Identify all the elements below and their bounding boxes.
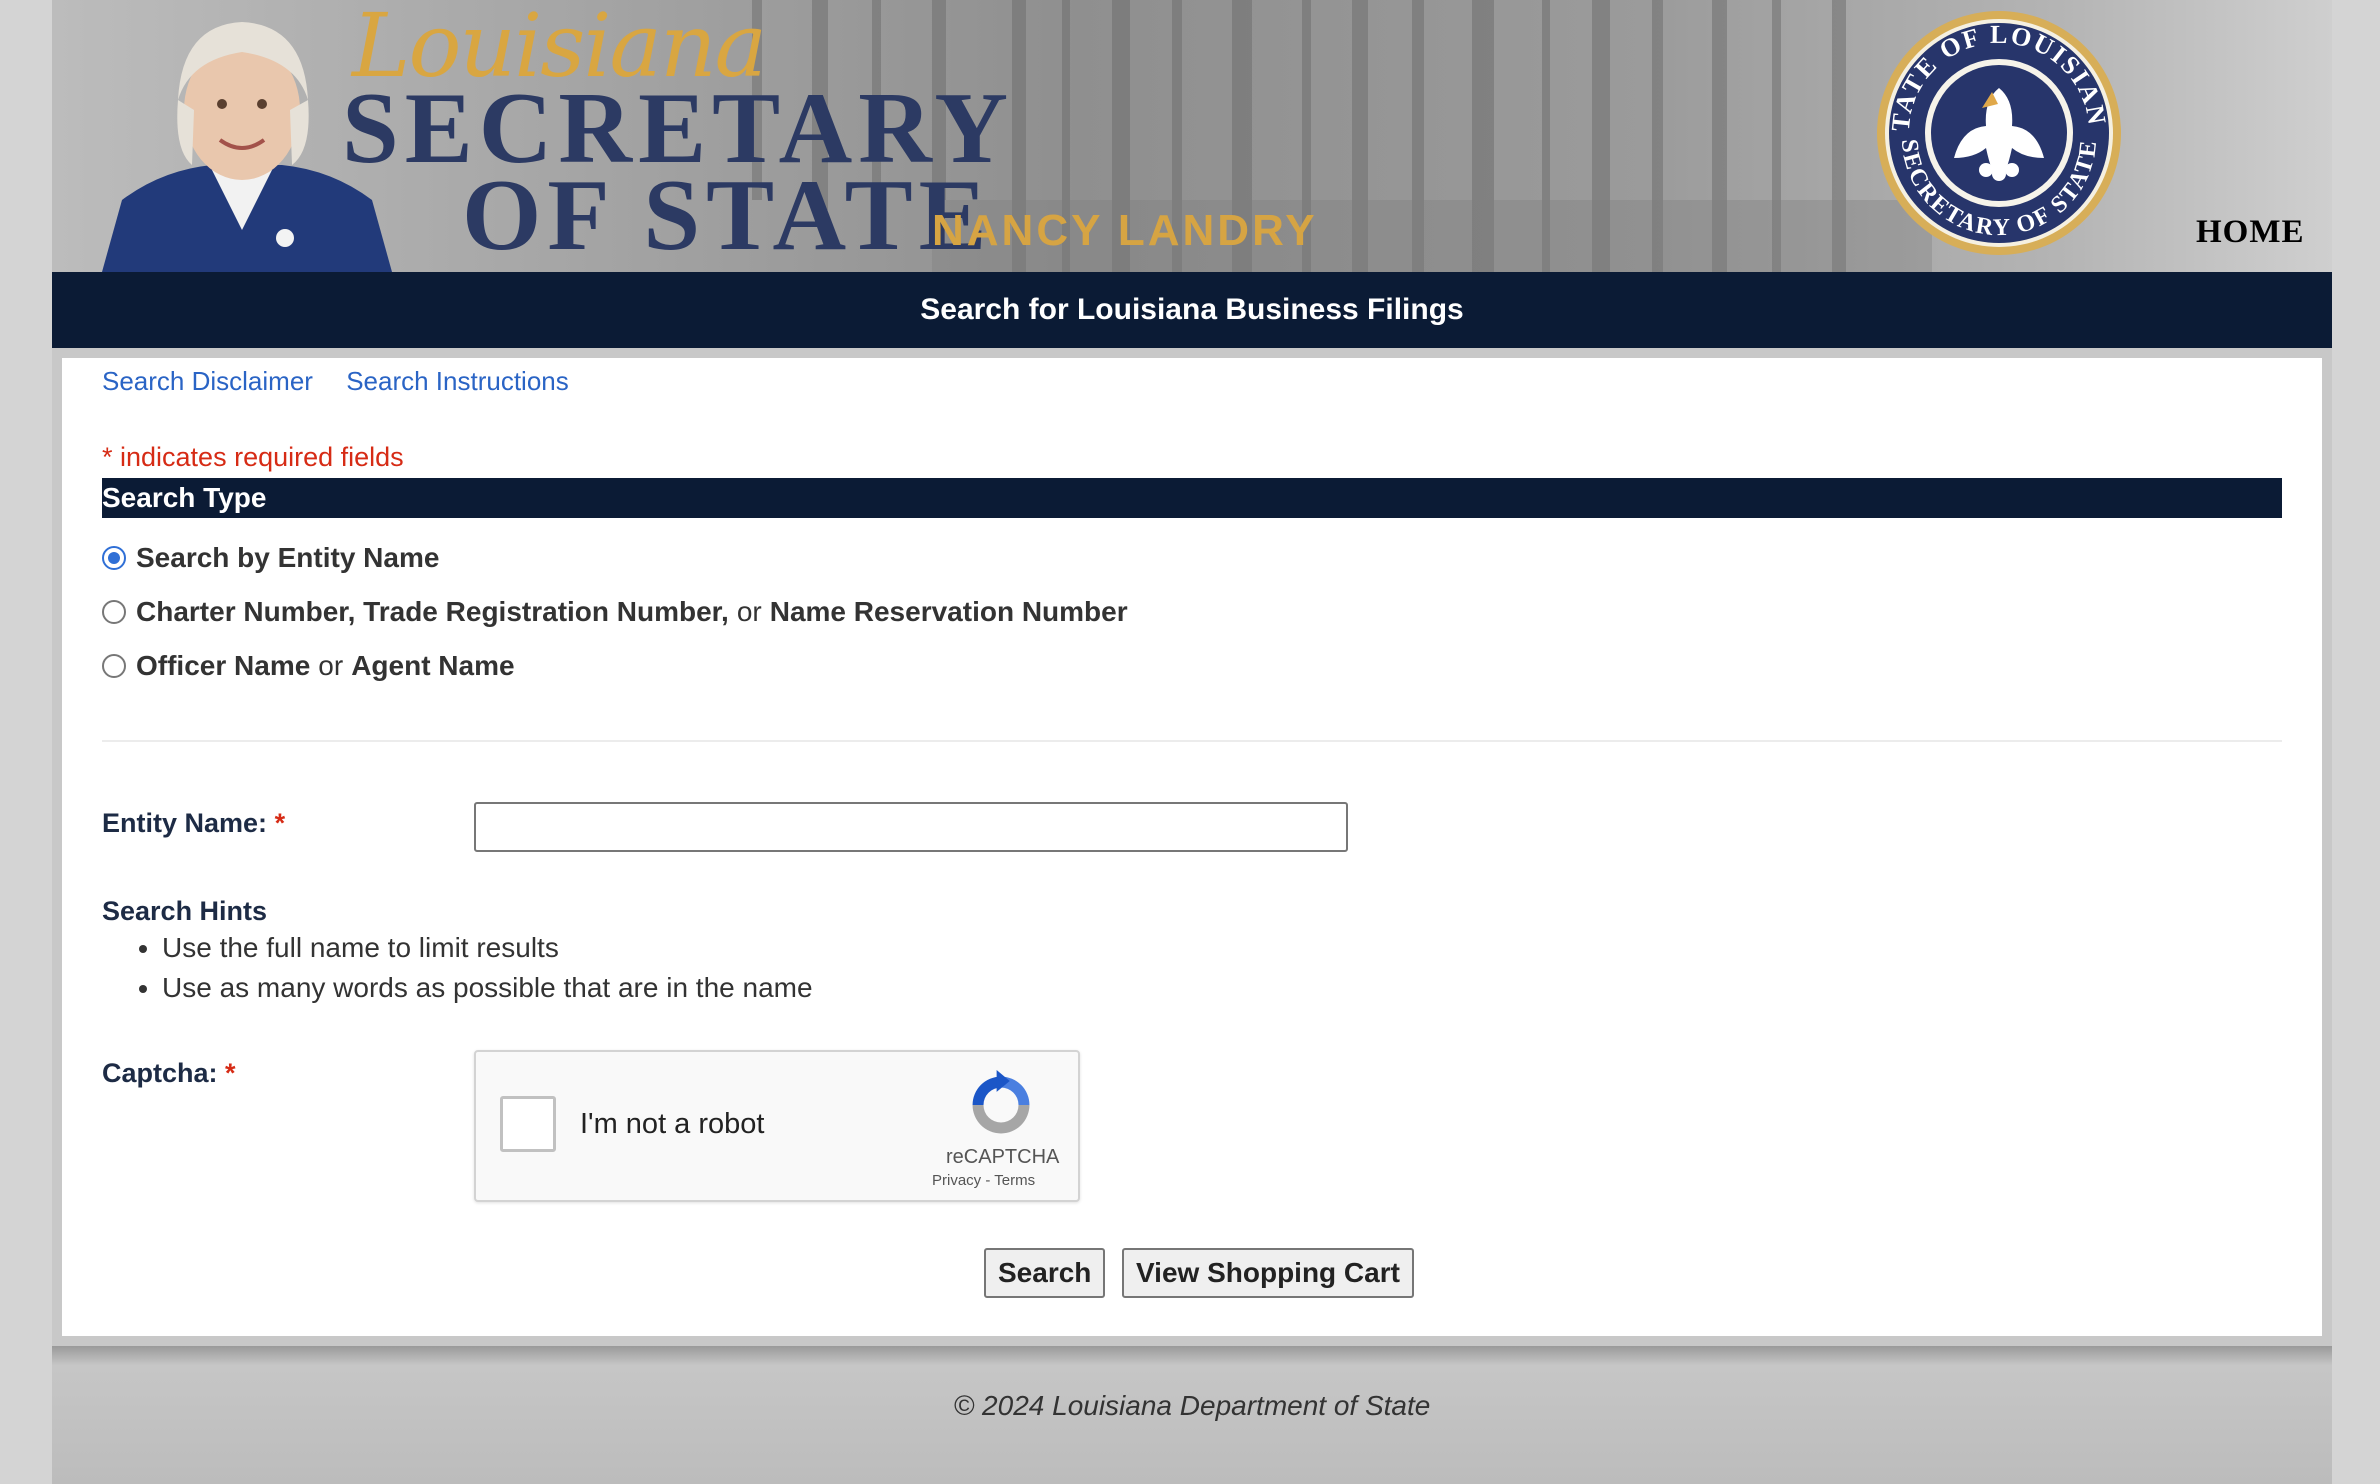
captcha-label-text: Captcha: <box>102 1058 218 1088</box>
footer: © 2024 Louisiana Department of State <box>52 1346 2332 1484</box>
recaptcha-logo-icon <box>972 1070 1030 1134</box>
recaptcha-terms-link[interactable]: Privacy - Terms <box>932 1172 1035 1189</box>
help-links: Search Disclaimer Search Instructions <box>102 366 595 397</box>
page-container: Louisiana SECRETARY OF STATE NANCY LANDR… <box>52 0 2332 1484</box>
entity-name-label-text: Entity Name: <box>102 808 268 838</box>
radio-button[interactable] <box>102 654 126 678</box>
page-title: Search for Louisiana Business Filings <box>52 272 2332 348</box>
header-banner: Louisiana SECRETARY OF STATE NANCY LANDR… <box>52 0 2332 272</box>
radio-label-reservation: Name Reservation Number <box>769 596 1128 627</box>
recaptcha-checkbox[interactable] <box>500 1096 556 1152</box>
home-link[interactable]: HOME <box>2196 214 2305 251</box>
radio-officer-agent[interactable]: Officer Name or Agent Name <box>102 650 515 682</box>
radio-label-charter: Charter Number, Trade Registration Numbe… <box>136 596 729 627</box>
header-title-line2: OF STATE <box>462 159 993 272</box>
search-instructions-link[interactable]: Search Instructions <box>346 366 569 396</box>
search-type-heading: Search Type <box>102 478 2282 518</box>
radio-label-officer: Officer Name <box>136 650 311 681</box>
search-disclaimer-link[interactable]: Search Disclaimer <box>102 366 313 396</box>
official-name: NANCY LANDRY <box>932 206 1318 255</box>
search-hints-title: Search Hints <box>102 896 268 926</box>
section-divider <box>102 740 2282 742</box>
recaptcha-widget: I'm not a robot reCAPTCHA Privacy - Term… <box>474 1050 1080 1202</box>
search-button[interactable]: Search <box>984 1248 1106 1298</box>
footer-copyright: © 2024 Louisiana Department of State <box>953 1390 1431 1421</box>
radio-entity-name[interactable]: Search by Entity Name <box>102 542 439 574</box>
required-fields-note: * indicates required fields <box>102 442 404 472</box>
view-shopping-cart-button[interactable]: View Shopping Cart <box>1122 1248 1414 1298</box>
radio-label-entity-name: Search by Entity Name <box>136 542 440 573</box>
required-star: * <box>225 1058 236 1088</box>
recaptcha-brand: reCAPTCHA <box>946 1146 1060 1168</box>
radio-label-or: or <box>736 596 762 627</box>
radio-label-agent: Agent Name <box>351 650 515 681</box>
radio-button-checked[interactable] <box>102 546 126 570</box>
hint-item: Use the full name to limit results <box>162 932 813 964</box>
captcha-label: Captcha: * <box>102 1058 236 1089</box>
recaptcha-label: I'm not a robot <box>580 1108 765 1140</box>
search-form: Search Disclaimer Search Instructions * … <box>62 358 2322 1336</box>
radio-button[interactable] <box>102 600 126 624</box>
search-hints-list: Use the full name to limit results Use a… <box>162 932 813 1012</box>
entity-name-input[interactable] <box>474 802 1348 852</box>
radio-charter-number[interactable]: Charter Number, Trade Registration Numbe… <box>102 596 1128 628</box>
state-seal-icon: STATE OF LOUISIANA SECRETARY OF STATE <box>1874 8 2121 255</box>
entity-name-label: Entity Name: * <box>102 808 285 839</box>
required-star: * <box>274 808 286 838</box>
hint-item: Use as many words as possible that are i… <box>162 972 813 1004</box>
radio-label-or: or <box>318 650 344 681</box>
